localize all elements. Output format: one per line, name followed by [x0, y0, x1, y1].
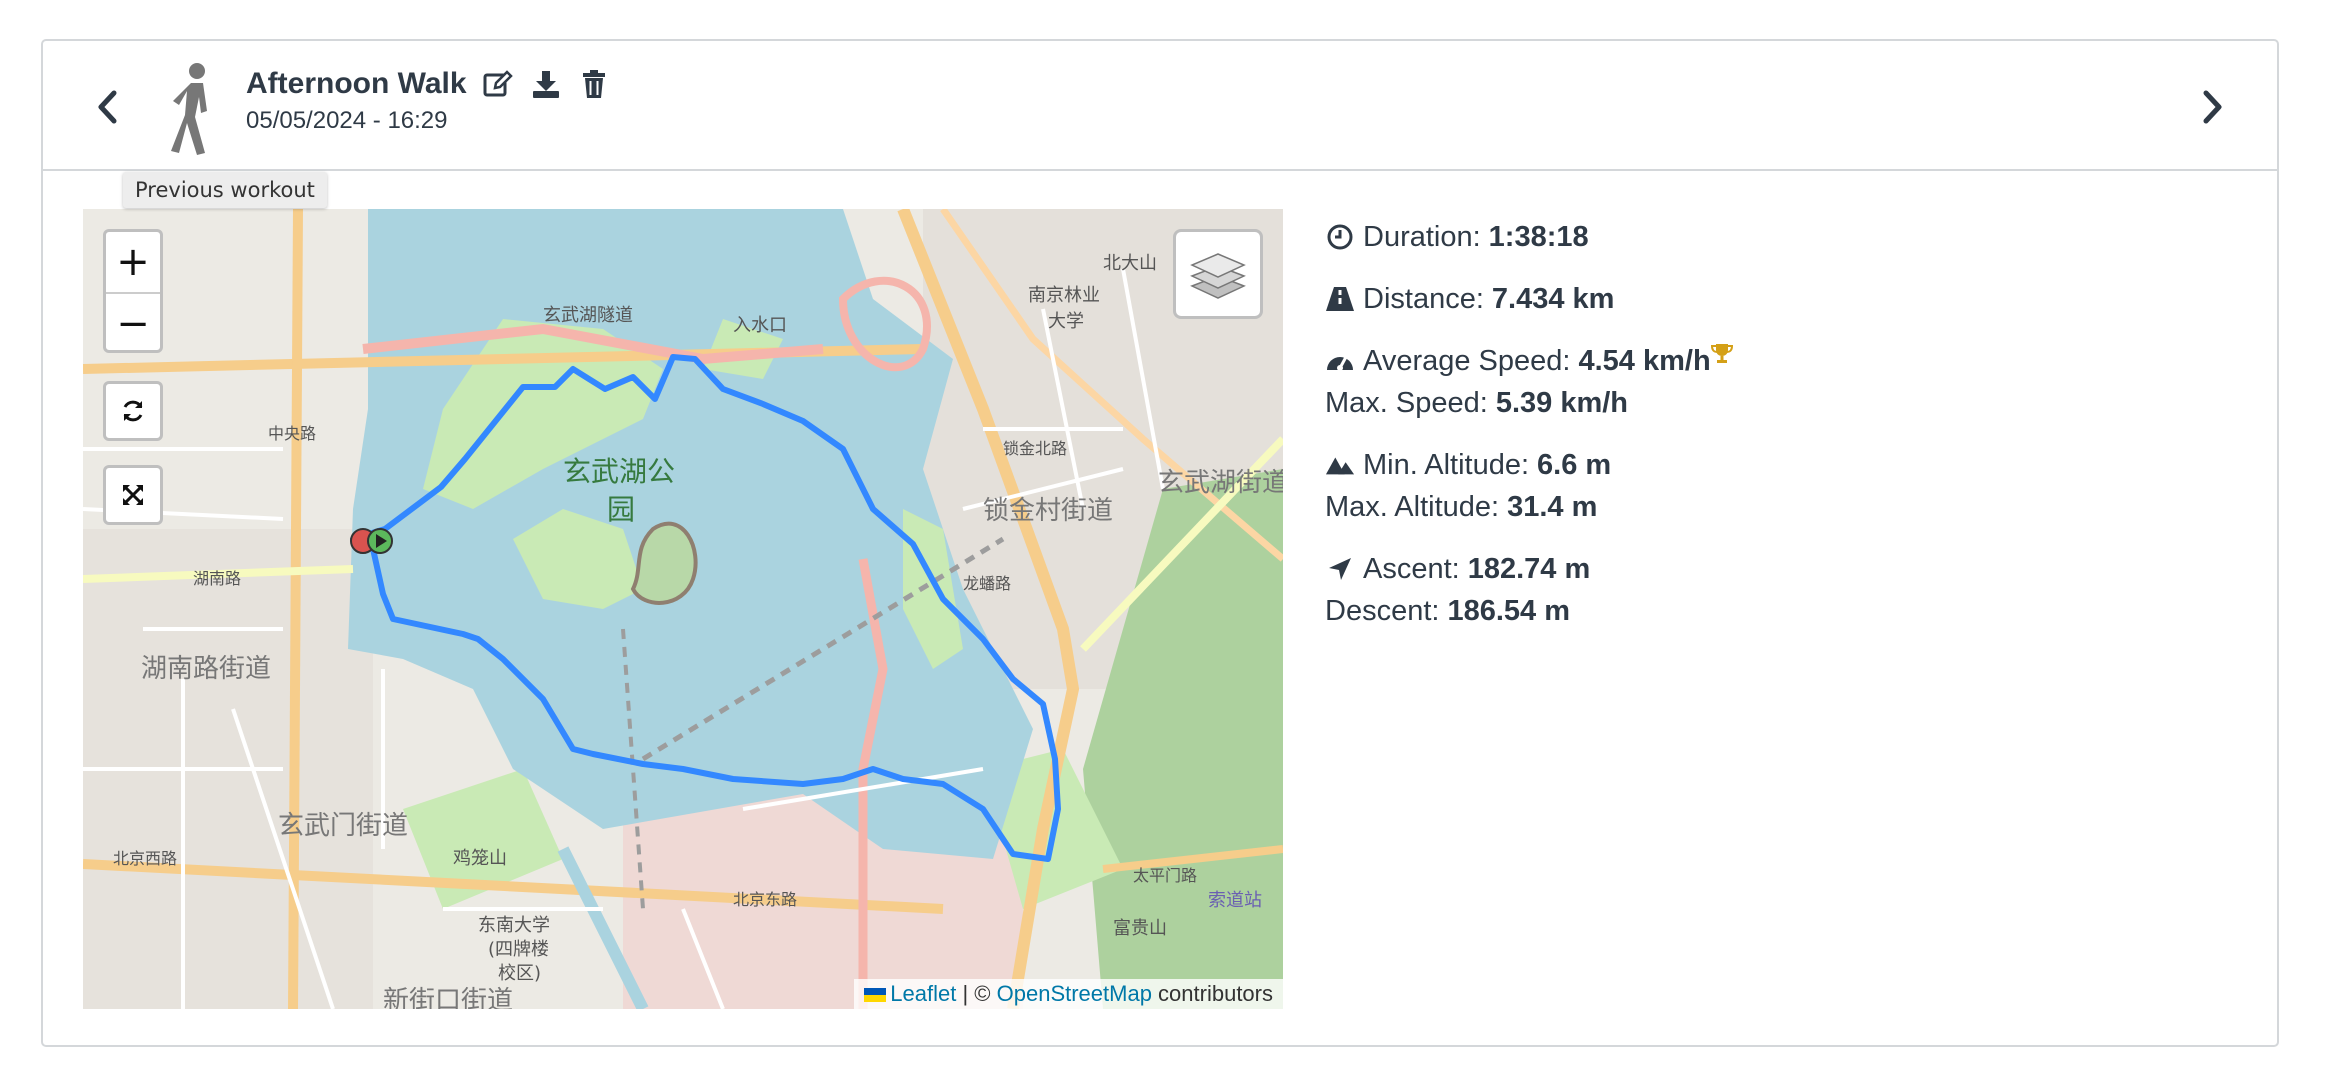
map-label-district4: 玄武湖街道	[1158, 468, 1283, 498]
map-label-road18: 索道站	[1208, 890, 1262, 911]
duration-group: Duration: 1:38:18	[1325, 216, 1733, 258]
map-label-road1: 玄武湖隧道	[543, 305, 633, 326]
workout-title: Afternoon Walk	[246, 67, 467, 100]
max-altitude-value: 31.4 m	[1507, 490, 1598, 523]
descent-label: Descent:	[1325, 594, 1440, 627]
max-speed-label: Max. Speed:	[1325, 386, 1488, 419]
map-label-park-2: 园	[607, 493, 635, 526]
map-label-road8: 北大山	[1103, 253, 1157, 274]
zoom-control: + −	[103, 229, 163, 353]
next-workout-button[interactable]	[2193, 85, 2233, 129]
distance-label: Distance:	[1363, 282, 1484, 315]
road-icon	[1325, 284, 1355, 314]
map-label-road2: 入水口	[733, 315, 787, 336]
map-label-road16: 太平门路	[1133, 866, 1197, 885]
attribution-suffix: contributors	[1151, 981, 1273, 1006]
expand-icon	[122, 484, 144, 506]
chevron-right-icon	[2203, 90, 2222, 124]
map-label-road19: 新街口街道	[383, 986, 513, 1009]
map-label-road10: 东南大学	[478, 915, 550, 936]
map-label-road11: (四牌楼	[488, 939, 549, 960]
map-tiles[interactable]: 玄武湖公 园 锁金村街道 湖南路街道 玄武门街道 玄武湖街道 玄武湖隧道 入水口…	[83, 209, 1283, 1009]
openstreetmap-link[interactable]: OpenStreetMap	[997, 981, 1152, 1006]
ukraine-flag-icon	[864, 988, 887, 1003]
reset-view-button[interactable]	[103, 381, 163, 441]
layers-control[interactable]	[1173, 229, 1263, 319]
trophy-icon	[1710, 344, 1733, 363]
zoom-in-button[interactable]: +	[106, 232, 160, 294]
attribution-separator: | ©	[956, 981, 997, 1006]
walking-person-icon	[171, 63, 207, 155]
location-arrow-icon	[1325, 554, 1355, 584]
map-label-district3: 玄武门街道	[278, 811, 408, 841]
workout-card: Afternoon Walk 05/05/2024 - 16:29 Previo…	[41, 39, 2279, 1047]
avg-speed-label: Average Speed:	[1363, 344, 1571, 377]
map-label-road15: 龙蟠路	[963, 574, 1011, 593]
ascent-label: Ascent:	[1363, 552, 1460, 585]
max-speed-value: 5.39 km/h	[1495, 386, 1629, 419]
avg-speed-value: 4.54 km/h	[1578, 344, 1711, 377]
layers-icon	[1190, 253, 1246, 299]
chevron-left-icon	[98, 90, 117, 124]
map-label-district2: 湖南路街道	[141, 654, 271, 684]
tooltip-previous-workout: Previous workout	[123, 172, 327, 208]
previous-workout-button[interactable]	[87, 85, 127, 129]
zoom-out-button[interactable]: −	[106, 294, 160, 354]
download-icon[interactable]	[529, 67, 563, 101]
map-label-road6: 北京西路	[113, 849, 177, 868]
map-label-park: 玄武湖公	[563, 455, 675, 488]
edit-icon[interactable]	[481, 67, 515, 101]
map-label-district1: 锁金村街道	[983, 496, 1113, 526]
distance-group: Distance: 7.434 km	[1325, 278, 1733, 320]
map-label-road13: 锁金北路	[1003, 439, 1067, 458]
elevation-group: Ascent: 182.74 m Descent: 186.54 m	[1325, 548, 1733, 632]
map-label-road14: 中央路	[268, 424, 316, 443]
ascent-value: 182.74 m	[1467, 552, 1591, 585]
map-label-road4: 大学	[1048, 311, 1084, 332]
duration-value: 1:38:18	[1488, 220, 1589, 253]
max-altitude-label: Max. Altitude:	[1325, 490, 1500, 523]
route-map[interactable]: 玄武湖公 园 锁金村街道 湖南路街道 玄武门街道 玄武湖街道 玄武湖隧道 入水口…	[83, 209, 1283, 1009]
leaflet-link[interactable]: Leaflet	[890, 981, 956, 1006]
workout-stats: Duration: 1:38:18 Distance: 7.434 km Avera…	[1325, 216, 1733, 652]
duration-label: Duration:	[1363, 220, 1481, 253]
min-altitude-label: Min. Altitude:	[1363, 448, 1530, 481]
map-label-road17: 富贵山	[1113, 918, 1167, 939]
min-altitude-value: 6.6 m	[1537, 448, 1612, 481]
map-label-road9: 鸡笼山	[453, 848, 507, 869]
speedometer-icon	[1325, 346, 1355, 376]
map-label-road3: 南京林业	[1028, 285, 1100, 306]
fullscreen-button[interactable]	[103, 465, 163, 525]
workout-date: 05/05/2024 - 16:29	[246, 107, 448, 134]
speed-group: Average Speed: 4.54 km/h Max. Speed: 5.39 …	[1325, 340, 1733, 424]
descent-value: 186.54 m	[1447, 594, 1570, 627]
trash-icon[interactable]	[577, 67, 611, 101]
map-label-road5: 北京东路	[733, 890, 797, 909]
refresh-icon	[123, 400, 143, 422]
mountains-icon	[1325, 450, 1355, 480]
map-label-road7: 湖南路	[193, 569, 241, 588]
distance-value: 7.434 km	[1491, 282, 1615, 315]
map-label-road12: 校区)	[498, 963, 541, 984]
map-attribution: Leaflet | © OpenStreetMap contributors	[854, 979, 1283, 1009]
workout-header: Afternoon Walk 05/05/2024 - 16:29	[43, 41, 2277, 171]
title-block: Afternoon Walk 05/05/2024 - 16:29	[246, 67, 611, 135]
clock-icon	[1325, 222, 1355, 252]
altitude-group: Min. Altitude: 6.6 m Max. Altitude: 31.4 m	[1325, 444, 1733, 528]
